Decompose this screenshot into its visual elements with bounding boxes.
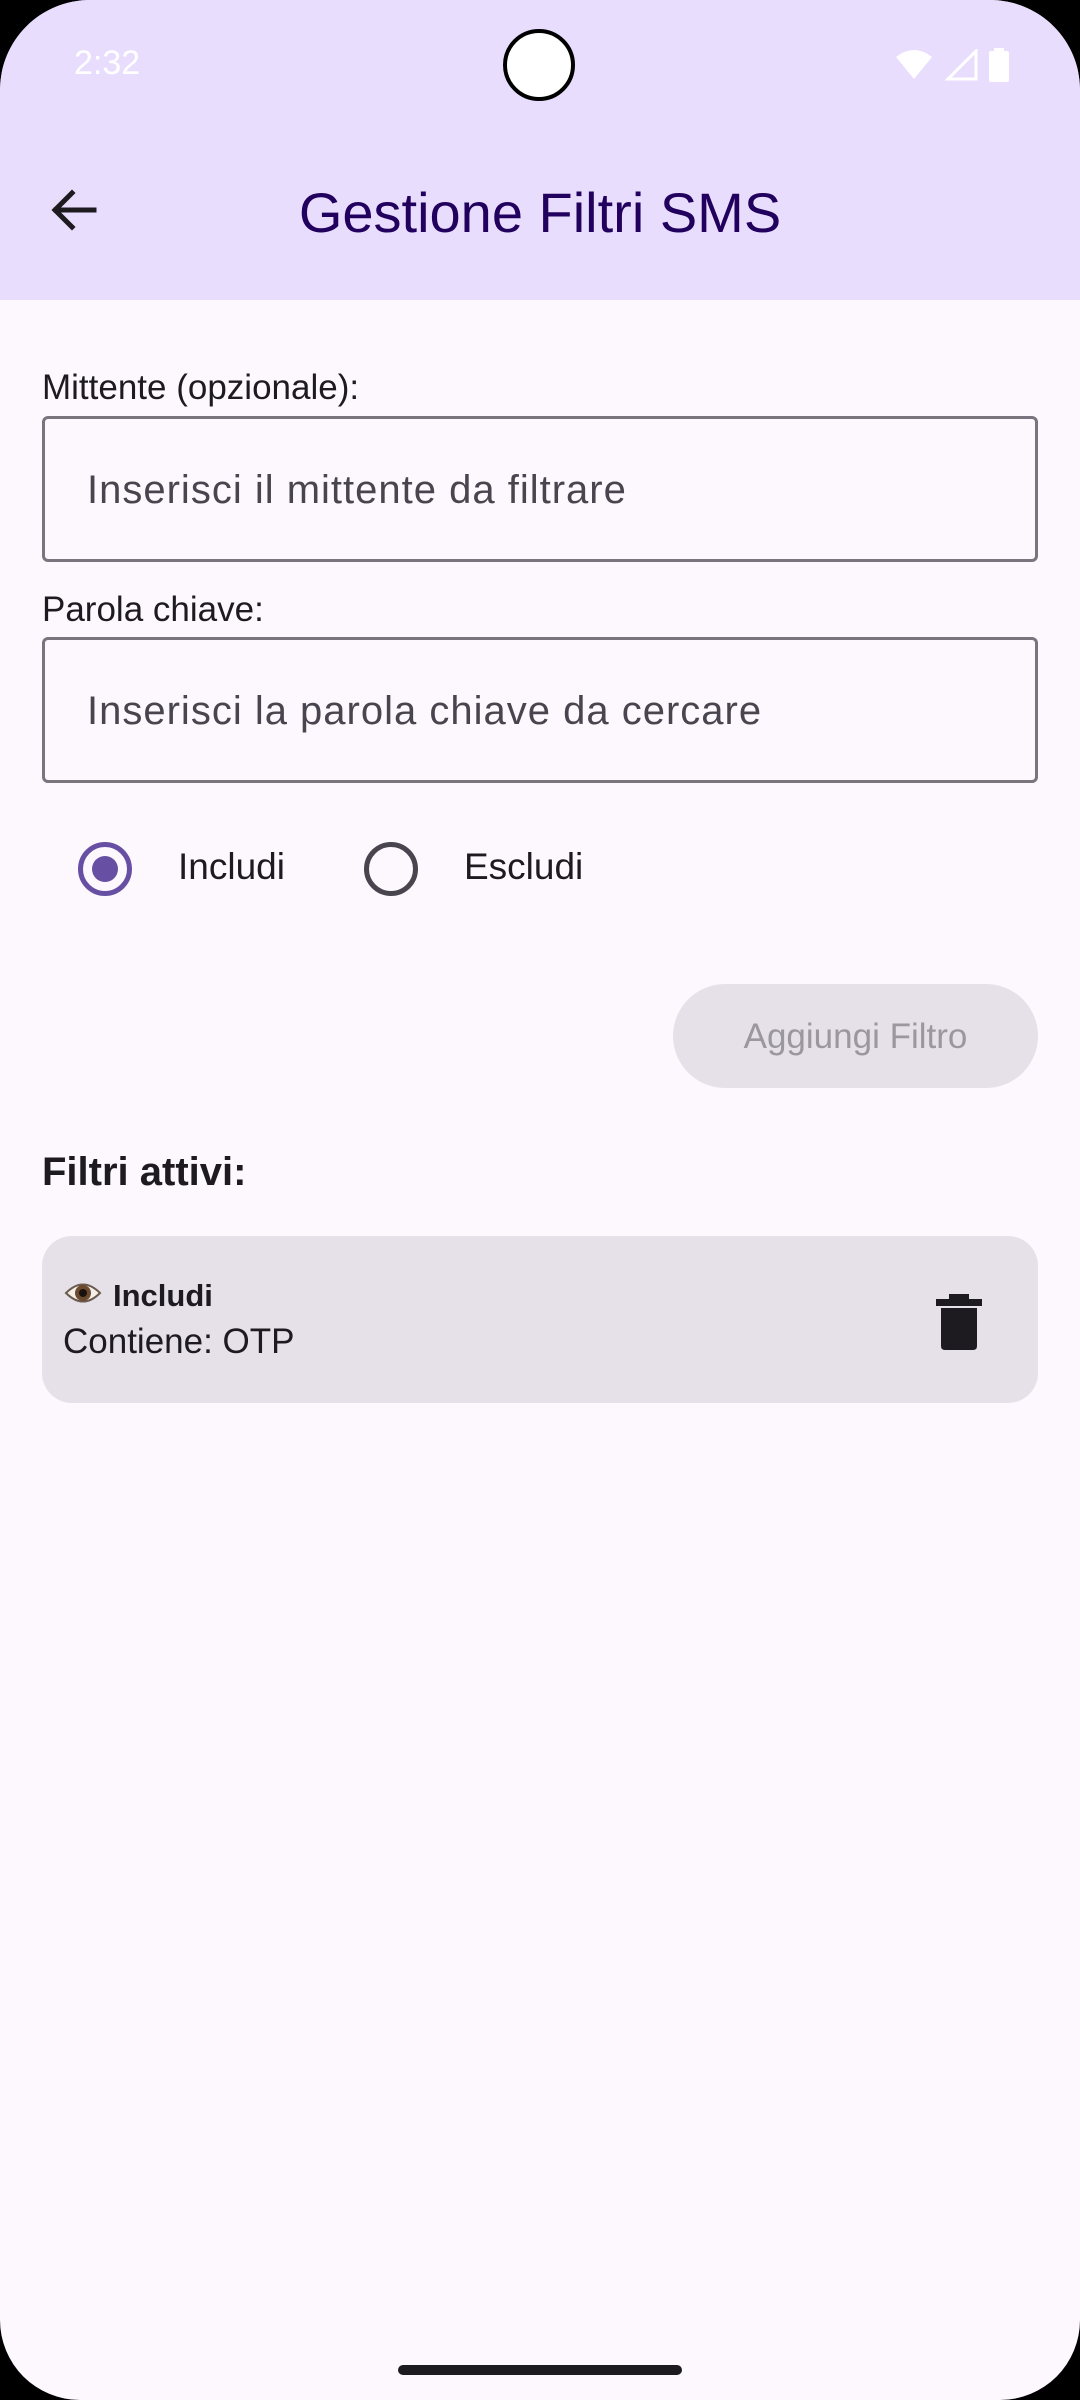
delete-filter-button[interactable] <box>932 1292 986 1352</box>
home-indicator[interactable] <box>398 2365 682 2375</box>
phone-screen: 2:32 Gestione Filtri SMS Mittente (opzio… <box>0 0 1080 2400</box>
camera-cutout <box>503 29 575 101</box>
signal-icon <box>944 49 978 81</box>
app-bar: 2:32 Gestione Filtri SMS <box>0 0 1080 300</box>
add-filter-button[interactable]: Aggiungi Filtro <box>673 984 1038 1088</box>
radio-escludi[interactable] <box>364 842 418 896</box>
keyword-input[interactable] <box>85 640 989 782</box>
radio-includi-label[interactable]: Includi <box>178 846 285 888</box>
sender-field[interactable] <box>42 416 1038 562</box>
sender-label: Mittente (opzionale): <box>42 368 360 407</box>
radio-escludi-label[interactable]: Escludi <box>464 846 583 888</box>
filter-description: Contiene: OTP <box>63 1322 295 1361</box>
trash-icon <box>936 1294 982 1350</box>
status-icons <box>894 48 1010 82</box>
sender-input[interactable] <box>85 419 989 561</box>
filter-mode: Includi <box>113 1278 213 1313</box>
active-filters-heading: Filtri attivi: <box>42 1150 247 1194</box>
keyword-field[interactable] <box>42 637 1038 783</box>
page-title: Gestione Filtri SMS <box>298 181 782 244</box>
status-time: 2:32 <box>74 44 141 82</box>
battery-icon <box>989 48 1009 82</box>
radio-includi[interactable] <box>78 842 132 896</box>
wifi-icon <box>896 50 932 79</box>
eye-icon <box>64 1283 102 1303</box>
filter-card: Includi Contiene: OTP <box>42 1236 1038 1403</box>
keyword-label: Parola chiave: <box>42 590 264 629</box>
